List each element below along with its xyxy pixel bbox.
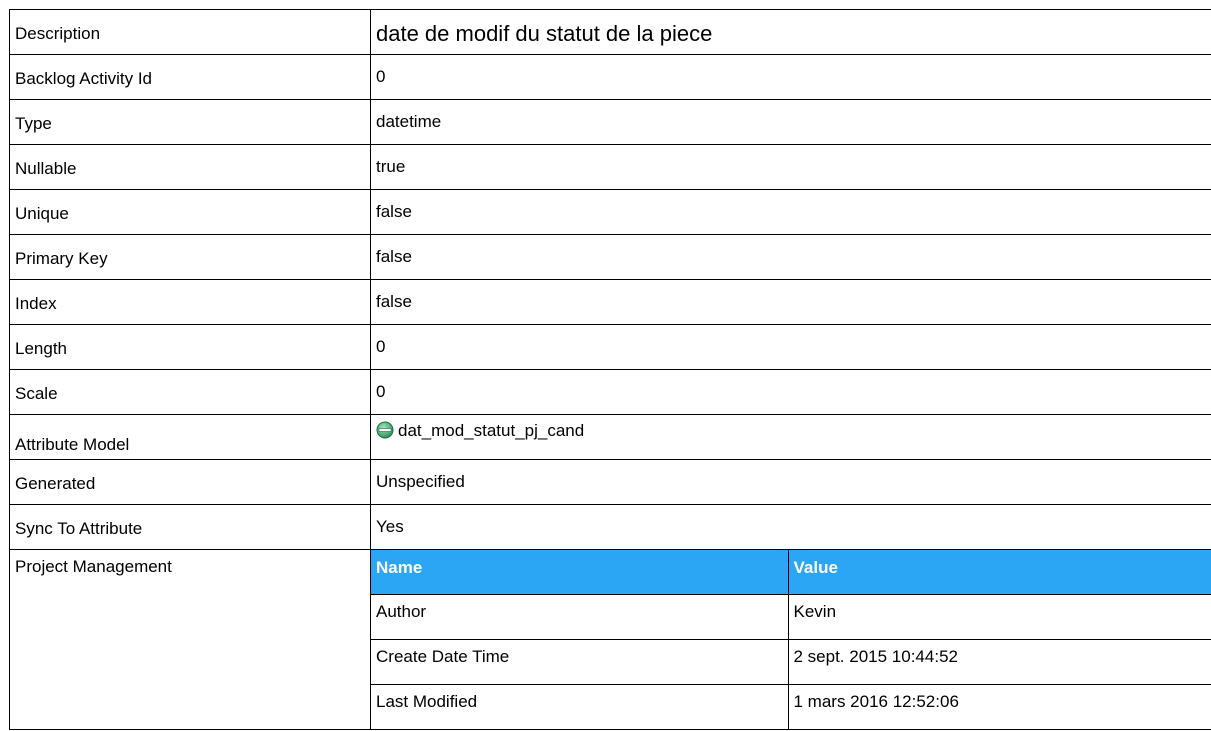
property-row-description: Description date de modif du statut de l… — [9, 9, 1211, 55]
property-row-scale: Scale 0 — [9, 369, 1211, 415]
pm-header-name: Name — [371, 550, 789, 595]
property-label: Index — [9, 279, 371, 325]
project-management-table: Name Value Author Kevin Create Date Time… — [371, 550, 1211, 729]
property-label: Generated — [9, 459, 371, 505]
property-value: date de modif du statut de la piece — [370, 9, 1211, 55]
property-label: Backlog Activity Id — [9, 54, 371, 100]
project-management-cell: Name Value Author Kevin Create Date Time… — [370, 549, 1211, 730]
pm-header-value: Value — [787, 550, 1211, 595]
property-value: false — [370, 234, 1211, 280]
pm-cell-name: Last Modified — [371, 683, 789, 729]
property-label: Description — [9, 9, 371, 55]
property-row-length: Length 0 — [9, 324, 1211, 370]
property-value-attribute-model[interactable]: dat_mod_statut_pj_cand — [370, 414, 1211, 460]
properties-table: Description date de modif du statut de l… — [9, 9, 1211, 730]
property-label: Type — [9, 99, 371, 145]
property-label: Scale — [9, 369, 371, 415]
property-row-project-management: Project Management Name Value Author Kev… — [9, 549, 1211, 730]
pm-cell-value: 1 mars 2016 12:52:06 — [787, 683, 1211, 729]
property-row-primary-key: Primary Key false — [9, 234, 1211, 280]
property-label: Unique — [9, 189, 371, 235]
pm-row-last-modified: Last Modified 1 mars 2016 12:52:06 — [371, 683, 1211, 729]
pm-cell-name: Create Date Time — [371, 638, 789, 685]
pm-cell-name: Author — [371, 593, 789, 640]
property-value: 0 — [370, 54, 1211, 100]
pm-cell-value: Kevin — [787, 593, 1211, 640]
pm-row-create-date-time: Create Date Time 2 sept. 2015 10:44:52 — [371, 638, 1211, 685]
property-value: 0 — [370, 324, 1211, 370]
property-value: Unspecified — [370, 459, 1211, 505]
property-label: Nullable — [9, 144, 371, 190]
property-row-index: Index false — [9, 279, 1211, 325]
pm-cell-value: 2 sept. 2015 10:44:52 — [787, 638, 1211, 685]
property-label: Attribute Model — [9, 414, 371, 460]
property-label: Project Management — [9, 549, 371, 730]
property-value: datetime — [370, 99, 1211, 145]
property-label: Sync To Attribute — [9, 504, 371, 550]
property-value: Yes — [370, 504, 1211, 550]
attribute-icon — [376, 421, 394, 439]
pm-row-author: Author Kevin — [371, 593, 1211, 640]
property-value: 0 — [370, 369, 1211, 415]
property-row-sync-to-attribute: Sync To Attribute Yes — [9, 504, 1211, 550]
property-value: true — [370, 144, 1211, 190]
pm-header-row: Name Value — [371, 550, 1211, 595]
property-row-type: Type datetime — [9, 99, 1211, 145]
property-value: false — [370, 279, 1211, 325]
property-label: Primary Key — [9, 234, 371, 280]
property-row-attribute-model: Attribute Model dat_mod_statut_pj_cand — [9, 414, 1211, 460]
property-value: false — [370, 189, 1211, 235]
property-row-nullable: Nullable true — [9, 144, 1211, 190]
attribute-model-link[interactable]: dat_mod_statut_pj_cand — [398, 421, 584, 440]
property-row-generated: Generated Unspecified — [9, 459, 1211, 505]
property-row-unique: Unique false — [9, 189, 1211, 235]
property-row-backlog-activity-id: Backlog Activity Id 0 — [9, 54, 1211, 100]
property-label: Length — [9, 324, 371, 370]
